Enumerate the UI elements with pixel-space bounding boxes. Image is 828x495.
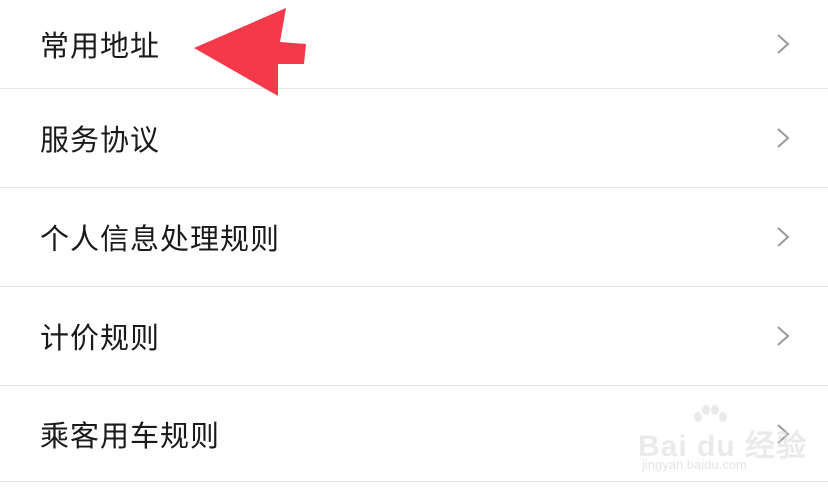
chevron-right-icon <box>776 127 790 149</box>
menu-item-pricing-rules[interactable]: 计价规则 <box>0 287 828 386</box>
menu-item-personal-info-rules[interactable]: 个人信息处理规则 <box>0 188 828 287</box>
menu-item-service-agreement[interactable]: 服务协议 <box>0 89 828 188</box>
chevron-right-icon <box>776 226 790 248</box>
watermark: Bai du 经验 jingyan.baidu.com <box>638 405 806 477</box>
menu-item-label: 乘客用车规则 <box>40 418 221 453</box>
menu-item-label: 个人信息处理规则 <box>40 222 281 256</box>
watermark-url: jingyan.baidu.com <box>642 457 747 472</box>
chevron-right-icon <box>776 33 790 55</box>
settings-page: 常用地址 服务协议 个人信息处理规则 计价规则 乘客用车规则 Bai du 经验… <box>0 0 828 495</box>
menu-item-label: 服务协议 <box>40 123 161 157</box>
menu-item-label: 计价规则 <box>40 321 161 355</box>
menu-item-common-address[interactable]: 常用地址 <box>0 0 828 89</box>
chevron-right-icon <box>776 325 790 347</box>
menu-item-label: 常用地址 <box>40 29 161 63</box>
red-pointer-arrow-icon <box>194 8 306 96</box>
